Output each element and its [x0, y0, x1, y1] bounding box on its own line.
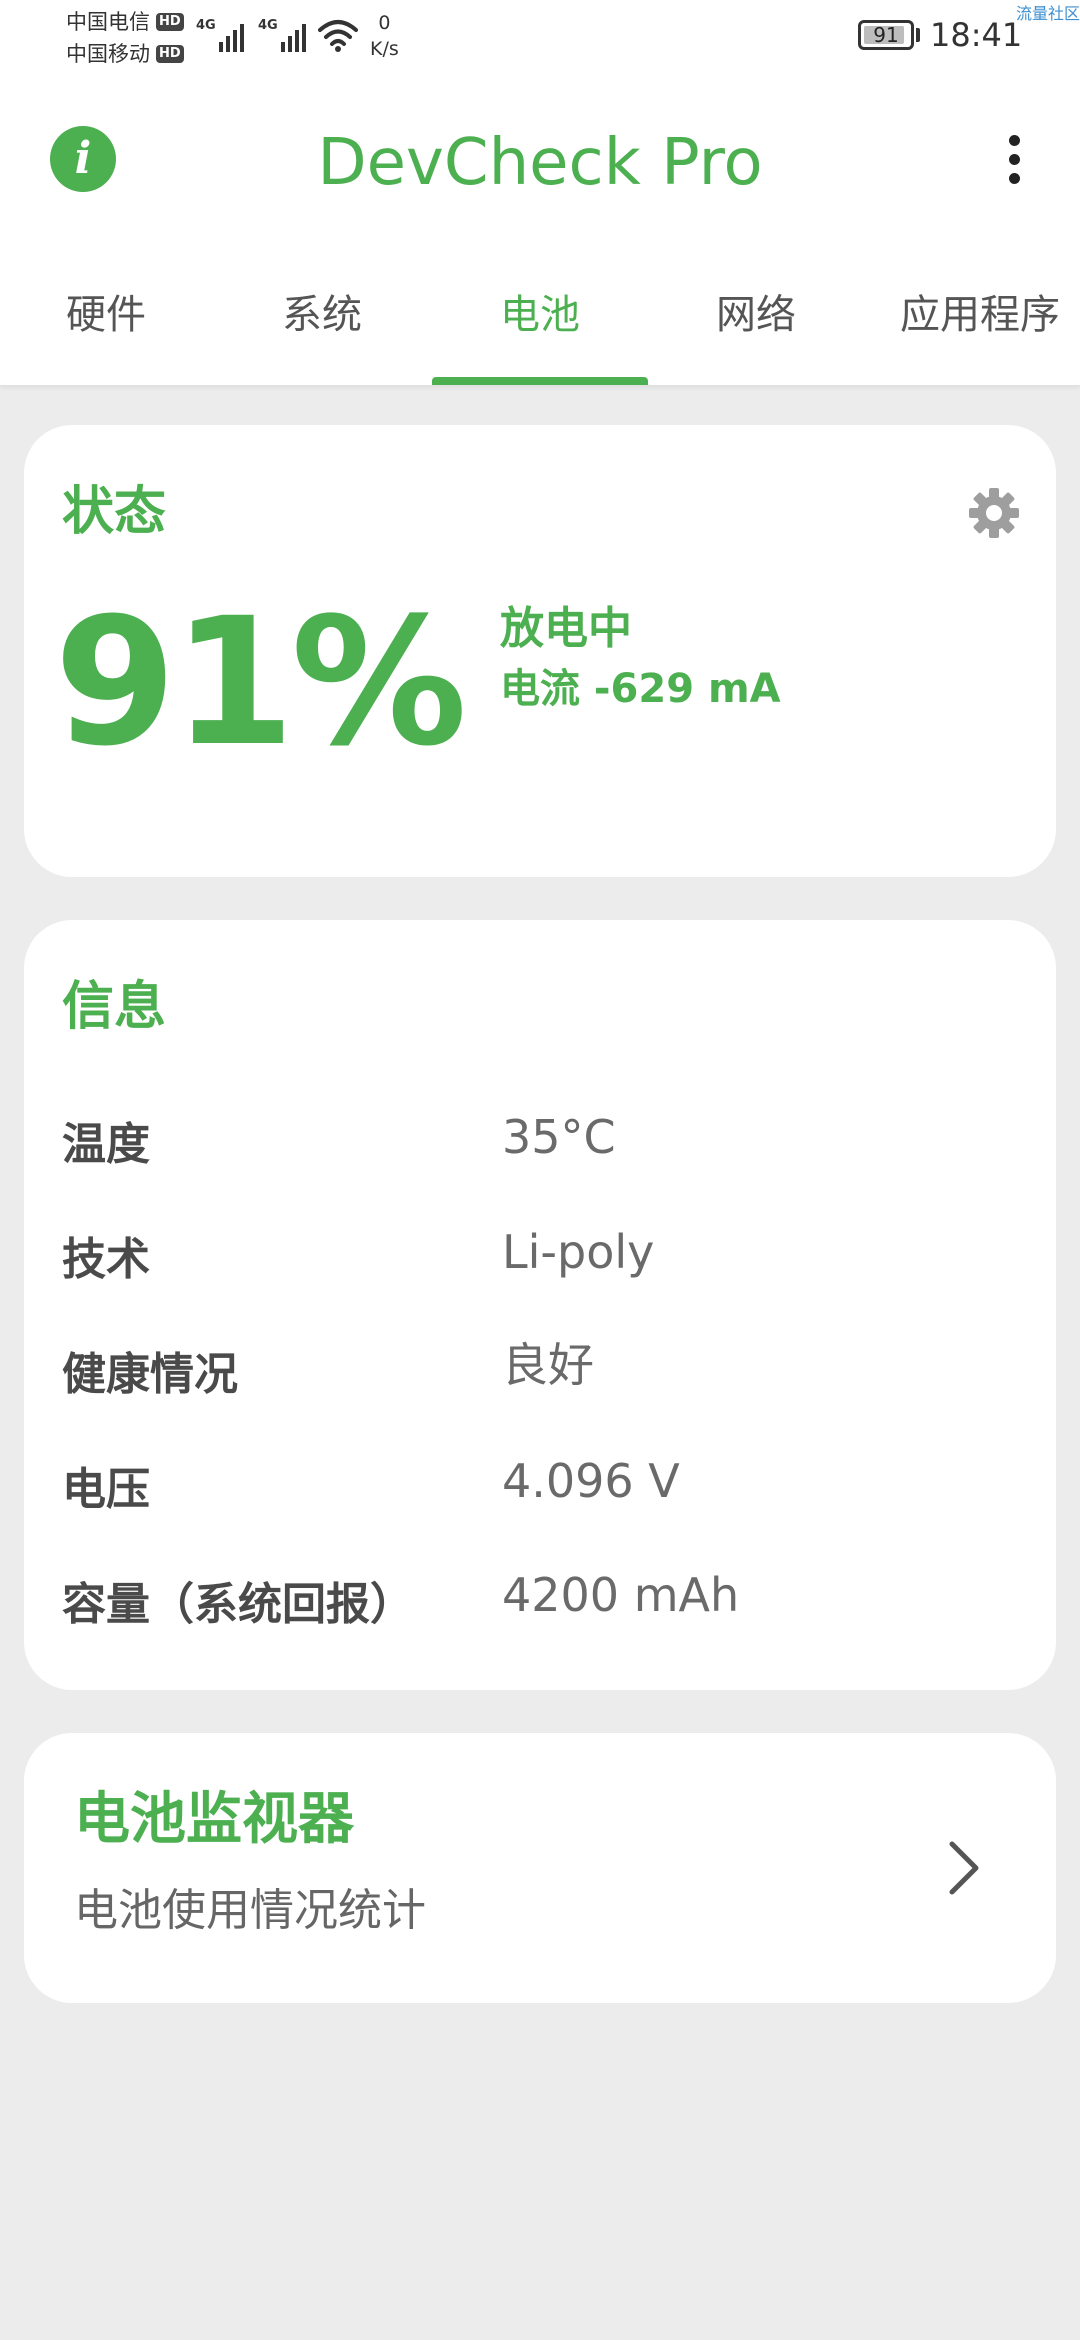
tab-battery[interactable]: 电池 [500, 280, 580, 350]
tab-apps[interactable]: 应用程序 [900, 280, 1060, 350]
battery-current: 电流 -629 mA [500, 666, 781, 712]
watermark: 流量社区 [1015, 4, 1080, 23]
network-type-2: 4G [258, 18, 278, 33]
info-row-label: 技术 [62, 1234, 150, 1285]
battery-percent: 91% [54, 580, 467, 785]
info-row-value: Li-poly [502, 1225, 655, 1279]
info-card: 信息 温度 35°C 技术 Li-poly 健康情况 良好 电压 4.096 V… [24, 920, 1056, 1690]
battery-icon: 91 [858, 20, 914, 50]
battery-tip [916, 28, 920, 42]
net-speed: 0 K/s [370, 10, 399, 62]
tab-hardware[interactable]: 硬件 [66, 280, 146, 350]
chevron-right-icon[interactable] [944, 1836, 984, 1900]
monitor-subtitle: 电池使用情况统计 [74, 1885, 426, 1936]
info-row-label: 健康情况 [62, 1349, 238, 1400]
hd-badge-1: HD [156, 13, 184, 31]
info-title: 信息 [62, 977, 167, 1037]
top-bar-region: 中国电信 HD 中国移动 HD 4G 4G 0 K/s 91 18:41 流量社… [0, 0, 1080, 385]
more-vert-icon[interactable] [1000, 130, 1030, 190]
net-speed-value: 0 [378, 12, 391, 34]
hd-badge-2: HD [156, 45, 184, 63]
status-title: 状态 [62, 482, 167, 542]
tab-network[interactable]: 网络 [716, 280, 796, 350]
signal-2-icon: 4G [258, 18, 309, 52]
monitor-title: 电池监视器 [74, 1787, 354, 1852]
info-row-value: 4.096 V [502, 1454, 680, 1508]
app-title: DevCheck Pro [317, 126, 763, 200]
net-speed-unit: K/s [370, 38, 399, 60]
battery-level-text: 91 [873, 23, 899, 47]
tab-system[interactable]: 系统 [282, 280, 362, 350]
info-row-value: 良好 [502, 1338, 594, 1392]
info-row-label: 温度 [62, 1119, 150, 1170]
tab-indicator [432, 377, 648, 385]
gear-icon[interactable] [966, 485, 1022, 541]
carrier-1-name: 中国电信 [66, 10, 150, 34]
signal-1-icon: 4G [196, 18, 247, 52]
battery-monitor-card[interactable]: 电池监视器 电池使用情况统计 [24, 1733, 1056, 2003]
clock: 18:41 [930, 16, 1023, 54]
status-bar: 中国电信 HD 中国移动 HD 4G 4G 0 K/s 91 18:41 流量社… [0, 0, 1080, 70]
info-row-value: 4200 mAh [502, 1568, 740, 1622]
carrier-2-name: 中国移动 [66, 42, 150, 66]
wifi-icon [318, 20, 358, 52]
info-row-value: 35°C [502, 1110, 616, 1164]
charge-state: 放电中 [500, 603, 632, 654]
carrier-info: 中国电信 HD 中国移动 HD [66, 6, 184, 70]
info-row-label: 容量（系统回报） [62, 1579, 414, 1630]
network-type-1: 4G [196, 18, 216, 33]
info-row-label: 电压 [62, 1464, 150, 1515]
status-card: 状态 91% 放电中 电流 -629 mA [24, 425, 1056, 877]
